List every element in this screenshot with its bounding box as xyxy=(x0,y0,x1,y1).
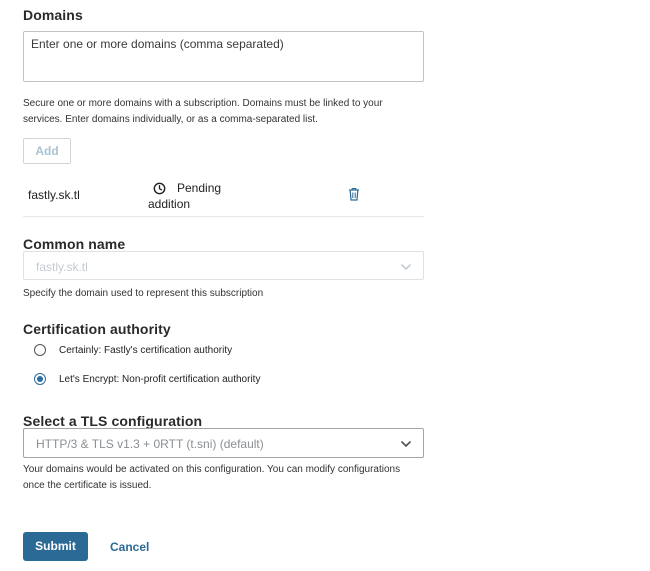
tls-config-helper: Your domains would be activated on this … xyxy=(23,462,400,494)
domains-input[interactable]: Enter one or more domains (comma separat… xyxy=(23,31,424,82)
domain-status-line-2: addition xyxy=(148,197,191,211)
tls-helper-line-2: once the certificate is issued. xyxy=(23,480,152,491)
trash-icon[interactable] xyxy=(348,187,360,201)
tls-config-select[interactable]: HTTP/3 & TLS v1.3 + 0RTT (t.sni) (defaul… xyxy=(23,428,424,458)
domains-heading: Domains xyxy=(23,7,83,23)
common-name-select[interactable]: fastly.sk.tl xyxy=(23,251,424,280)
cancel-button[interactable]: Cancel xyxy=(110,540,149,554)
tls-helper-line-1: Your domains would be activated on this … xyxy=(23,464,401,475)
domains-helper-line-2: services. Enter domains individually, or… xyxy=(23,114,318,125)
common-name-value: fastly.sk.tl xyxy=(36,260,88,274)
radio-lets-encrypt[interactable] xyxy=(34,373,46,385)
domains-helper-text: Secure one or more domains with a subscr… xyxy=(23,96,383,128)
domain-row: fastly.sk.tl Pending addition xyxy=(23,176,424,217)
submit-button[interactable]: Submit xyxy=(23,532,88,561)
tls-config-heading: Select a TLS configuration xyxy=(23,413,203,429)
common-name-helper: Specify the domain used to represent thi… xyxy=(23,288,264,299)
radio-certainly[interactable] xyxy=(34,344,46,356)
tls-config-value: HTTP/3 & TLS v1.3 + 0RTT (t.sni) (defaul… xyxy=(36,437,264,451)
domain-status-line-1: Pending xyxy=(177,181,222,195)
chevron-down-icon xyxy=(401,441,411,447)
clock-icon xyxy=(153,182,166,195)
radio-lets-encrypt-label: Let's Encrypt: Non-profit certification … xyxy=(59,374,261,385)
certification-authority-heading: Certification authority xyxy=(23,321,171,337)
chevron-down-icon xyxy=(401,264,411,270)
domains-input-placeholder: Enter one or more domains (comma separat… xyxy=(31,37,284,51)
common-name-heading: Common name xyxy=(23,236,126,252)
domains-helper-line-1: Secure one or more domains with a subscr… xyxy=(23,98,383,109)
domain-name: fastly.sk.tl xyxy=(28,188,80,202)
domain-status: Pending addition xyxy=(148,180,238,212)
radio-certainly-label: Certainly: Fastly's certification author… xyxy=(59,345,233,356)
subscription-form: Domains Enter one or more domains (comma… xyxy=(0,0,650,571)
add-domain-button[interactable]: Add xyxy=(23,138,71,164)
